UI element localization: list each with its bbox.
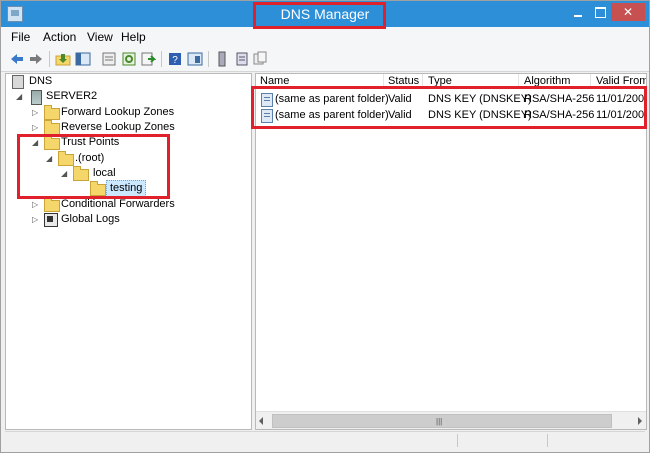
menu-view[interactable]: View	[87, 30, 113, 44]
minimize-button[interactable]	[567, 3, 589, 21]
toolbar-separator	[208, 51, 209, 67]
folder-icon	[44, 105, 60, 120]
expand-icon[interactable]: ▷	[32, 124, 40, 132]
expand-icon[interactable]: ▷	[32, 216, 40, 224]
scrollbar-grip: |||	[436, 417, 443, 426]
console-tree: DNS ◢ SERVER2 ▷ Forward Lookup Zones ▷ R…	[5, 73, 252, 430]
tree-label-global-logs: Global Logs	[61, 213, 120, 225]
close-button[interactable]: ✕	[611, 3, 645, 21]
tree-label-dns: DNS	[29, 75, 53, 87]
tree-label-forward-lookup-zones: Forward Lookup Zones	[61, 106, 175, 118]
expand-icon[interactable]: ▷	[32, 109, 40, 117]
highlight-title	[253, 2, 386, 29]
console-icon[interactable]	[187, 51, 203, 67]
menu-file[interactable]: File	[11, 30, 30, 44]
show-tree-icon[interactable]	[75, 51, 91, 67]
toolbar: ?	[1, 47, 649, 72]
server-icon[interactable]	[214, 51, 230, 67]
status-divider	[547, 434, 548, 447]
toolbar-separator	[161, 51, 162, 67]
tree-label-reverse-lookup-zones: Reverse Lookup Zones	[61, 121, 175, 133]
folder-icon	[44, 197, 60, 212]
highlight-records	[251, 86, 647, 129]
svg-text:?: ?	[172, 55, 178, 66]
toolbar-separator	[49, 51, 50, 67]
server-icon	[31, 90, 42, 105]
menu-bar: File Action View Help	[1, 27, 649, 47]
menu-action[interactable]: Action	[43, 30, 76, 44]
help-icon[interactable]: ?	[167, 51, 183, 67]
horizontal-scrollbar[interactable]: |||	[256, 411, 646, 429]
dns-manager-window: DNS Manager ✕ File Action View Help ? DN…	[0, 0, 650, 453]
tree-label-conditional-forwarders: Conditional Forwarders	[61, 198, 175, 210]
status-bar	[5, 431, 645, 448]
minimize-icon	[574, 15, 582, 17]
status-divider	[457, 434, 458, 447]
list-icon[interactable]	[234, 51, 250, 67]
properties-icon[interactable]	[101, 51, 117, 67]
highlight-trust-points	[17, 134, 170, 199]
expand-icon[interactable]: ▷	[32, 201, 40, 209]
back-arrow-icon[interactable]	[9, 51, 25, 67]
forward-arrow-icon[interactable]	[28, 51, 44, 67]
close-icon: ✕	[622, 5, 634, 19]
refresh-icon[interactable]	[121, 51, 137, 67]
maximize-button[interactable]	[589, 3, 611, 21]
scroll-left-icon[interactable]	[259, 417, 263, 425]
collapse-icon[interactable]: ◢	[16, 93, 24, 101]
scrollbar-thumb[interactable]: |||	[272, 414, 612, 428]
menu-help[interactable]: Help	[121, 30, 146, 44]
up-folder-icon[interactable]	[55, 51, 71, 67]
tree-label-server2: SERVER2	[46, 90, 98, 102]
export-icon[interactable]	[140, 51, 156, 67]
maximize-icon	[595, 7, 606, 18]
record-icon[interactable]	[252, 51, 268, 67]
dns-icon	[12, 75, 24, 89]
scroll-right-icon[interactable]	[638, 417, 642, 425]
global-logs-icon	[44, 213, 58, 227]
